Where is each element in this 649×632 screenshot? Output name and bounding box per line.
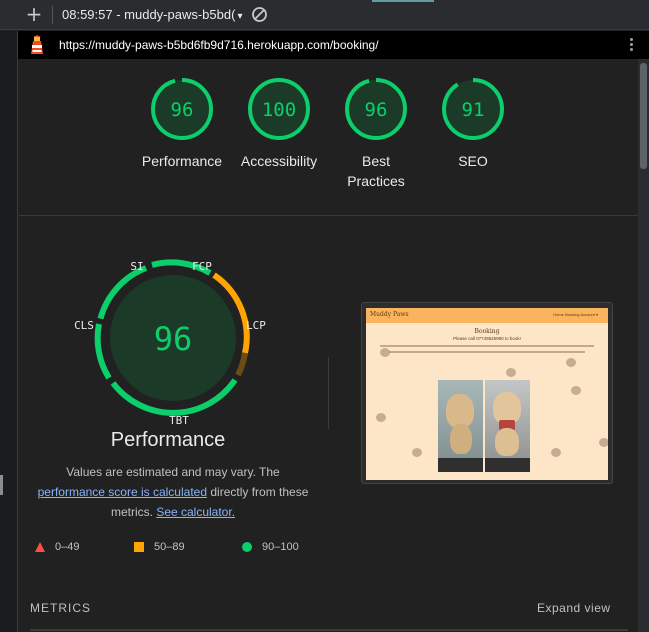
- performance-score: 96: [154, 320, 193, 358]
- score-gauge-ring: 96: [151, 78, 213, 140]
- vertical-divider: [328, 357, 329, 429]
- report-selector-label: 08:59:57 - muddy-paws-b5bd(: [62, 7, 236, 22]
- score-gauge-ring: 91: [442, 78, 504, 140]
- score-gauge-ring: 100: [248, 78, 310, 140]
- score-value: 91: [462, 99, 485, 121]
- report-url: https://muddy-paws-b5bd6fb9d716.herokuap…: [59, 38, 379, 52]
- metric-label-fcp: FCP: [192, 260, 212, 273]
- score-gauge-accessibility[interactable]: 100 Accessibility: [224, 77, 334, 171]
- metric-label-cls: CLS: [74, 319, 94, 332]
- paw-print-icon: [376, 413, 386, 422]
- legend-range: 50–89: [154, 541, 185, 553]
- paw-print-icon: [506, 368, 516, 377]
- category-scores: 96 Performance 100 Accessibility 96 Best…: [19, 59, 638, 216]
- score-calculated-link[interactable]: performance score is calculated: [38, 485, 207, 499]
- clear-icon[interactable]: [251, 6, 268, 23]
- more-options-icon[interactable]: [624, 36, 638, 54]
- score-gauge-best-practices[interactable]: 96 Best Practices: [321, 77, 431, 191]
- metrics-divider: [30, 629, 628, 631]
- legend-item-poor: 0–49: [35, 541, 79, 553]
- expand-view-toggle[interactable]: Expand view: [537, 601, 611, 615]
- metric-arc-lcp-remaining: [235, 352, 248, 377]
- screenshot-brand: Muddy Paws: [370, 311, 409, 318]
- metric-label-lcp: LCP: [246, 319, 266, 332]
- screenshot-paragraph: [380, 345, 594, 365]
- score-gauge-seo[interactable]: 91 SEO: [418, 77, 528, 171]
- active-tab-indicator: [372, 0, 434, 2]
- score-value: 96: [365, 99, 388, 121]
- paw-print-icon: [380, 348, 390, 357]
- grooming-table: [438, 458, 483, 472]
- square-icon: [134, 542, 144, 553]
- screenshot-page: Muddy Paws Home Booking Account ▾ Bookin…: [366, 308, 608, 480]
- legend-range: 90–100: [262, 541, 299, 553]
- dog-photo-before: [438, 380, 483, 472]
- new-report-button[interactable]: +: [24, 4, 44, 24]
- paw-print-icon: [551, 448, 561, 457]
- legend-item-average: 50–89: [134, 541, 185, 553]
- legend-range: 0–49: [55, 541, 80, 553]
- dog-body: [450, 424, 472, 454]
- metric-label-si: SI: [130, 260, 143, 273]
- final-screenshot[interactable]: Muddy Paws Home Booking Account ▾ Bookin…: [361, 302, 613, 484]
- circle-icon: [242, 542, 252, 553]
- score-label: Accessibility: [240, 153, 318, 169]
- dog-body: [495, 428, 519, 456]
- report-selector[interactable]: 08:59:57 - muddy-paws-b5bd(▾: [62, 7, 242, 22]
- performance-note: Values are estimated and may vary. The p…: [23, 462, 323, 522]
- toolbar-separator: [52, 6, 53, 24]
- score-label: Performance: [141, 153, 223, 169]
- screenshot-nav-links: Home Booking Account ▾: [553, 312, 598, 317]
- chevron-down-icon: ▾: [237, 11, 243, 22]
- screenshot-heading: Booking: [474, 328, 500, 335]
- metric-label-tbt: TBT: [169, 414, 189, 427]
- score-gauge-ring: 96: [345, 78, 407, 140]
- screenshot-subheading: Please call 07749525990 to book!: [453, 336, 521, 341]
- paw-print-icon: [566, 358, 576, 367]
- score-value: 100: [262, 99, 296, 121]
- note-text: directly from these: [210, 485, 309, 499]
- vertical-scrollbar[interactable]: [638, 59, 649, 632]
- note-text: metrics.: [110, 505, 153, 519]
- performance-title: Performance: [110, 429, 226, 451]
- side-strip-marker: [0, 475, 3, 495]
- metrics-heading: METRICS: [30, 601, 91, 615]
- url-bar: https://muddy-paws-b5bd6fb9d716.herokuap…: [18, 31, 649, 59]
- metric-arc-cls: [94, 323, 112, 380]
- see-calculator-link[interactable]: See calculator.: [156, 505, 235, 519]
- score-label: SEO: [458, 153, 488, 169]
- legend-item-good: 90–100: [242, 541, 299, 553]
- scrollbar-thumb[interactable]: [640, 63, 647, 169]
- screenshot-nav: Muddy Paws Home Booking Account ▾: [366, 308, 608, 323]
- triangle-icon: [35, 542, 45, 553]
- dog-photo-after: [485, 380, 530, 472]
- dog-head: [446, 394, 474, 428]
- performance-metric-gauge: 96 SI FCP LCP TBT CLS: [74, 259, 266, 427]
- note-text: Values are estimated and may vary. The: [66, 465, 280, 479]
- paw-print-icon: [571, 386, 581, 395]
- score-label: Best Practices: [347, 153, 405, 189]
- devtools-top-bar: + 08:59:57 - muddy-paws-b5bd(▾: [0, 0, 649, 30]
- report-content: 96 Performance 100 Accessibility 96 Best…: [19, 59, 638, 632]
- score-value: 96: [171, 99, 194, 121]
- devtools-side-strip: [0, 31, 18, 632]
- score-gauge-performance[interactable]: 96 Performance: [127, 77, 237, 171]
- lighthouse-icon: [31, 35, 43, 54]
- paw-print-icon: [599, 438, 608, 447]
- paw-print-icon: [412, 448, 422, 457]
- grooming-table: [485, 458, 530, 472]
